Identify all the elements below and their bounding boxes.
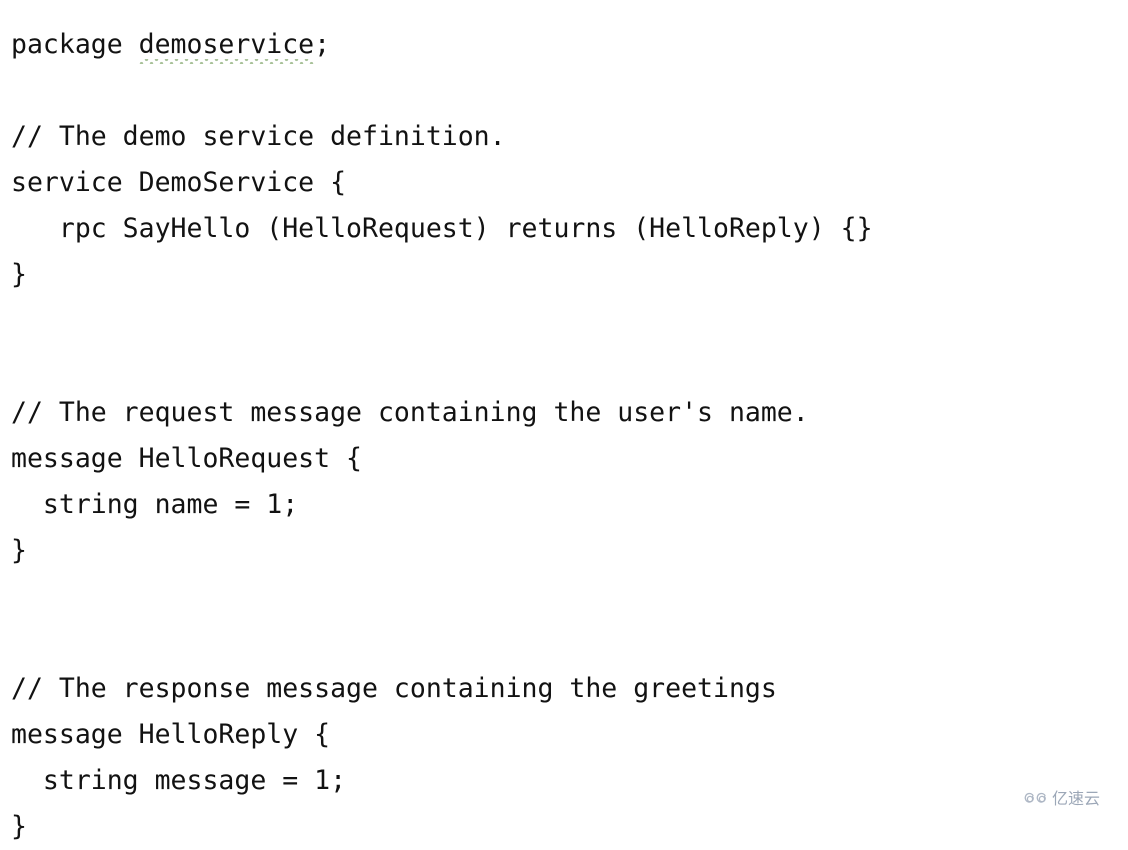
code-line-comment: // The request message containing the us…: [11, 397, 809, 428]
code-line: message HelloRequest {: [11, 443, 362, 474]
code-line: }: [11, 259, 27, 290]
watermark-text: 亿速云: [1051, 789, 1100, 808]
code-block: package demoservice; // The demo service…: [11, 22, 1121, 850]
code-line-comment: // The response message containing the g…: [11, 673, 777, 704]
spellcheck-misspelled-token: demoservice: [138, 22, 314, 68]
code-line: package demoservice;: [11, 22, 1121, 68]
code-line: }: [11, 535, 27, 566]
code-line-comment: // The demo service definition.: [11, 121, 506, 152]
code-line: }: [11, 811, 27, 842]
code-line-prefix: package: [11, 29, 139, 60]
code-line: message HelloReply {: [11, 719, 331, 750]
code-line: string name = 1;: [11, 489, 299, 520]
code-line: service DemoService {: [11, 167, 347, 198]
watermark: 亿速云: [1023, 790, 1100, 808]
code-line: string message = 1;: [11, 765, 347, 796]
cloud-logo-icon: [1024, 792, 1046, 803]
code-line-suffix: ;: [314, 29, 331, 60]
code-line: rpc SayHello (HelloRequest) returns (Hel…: [11, 213, 873, 244]
